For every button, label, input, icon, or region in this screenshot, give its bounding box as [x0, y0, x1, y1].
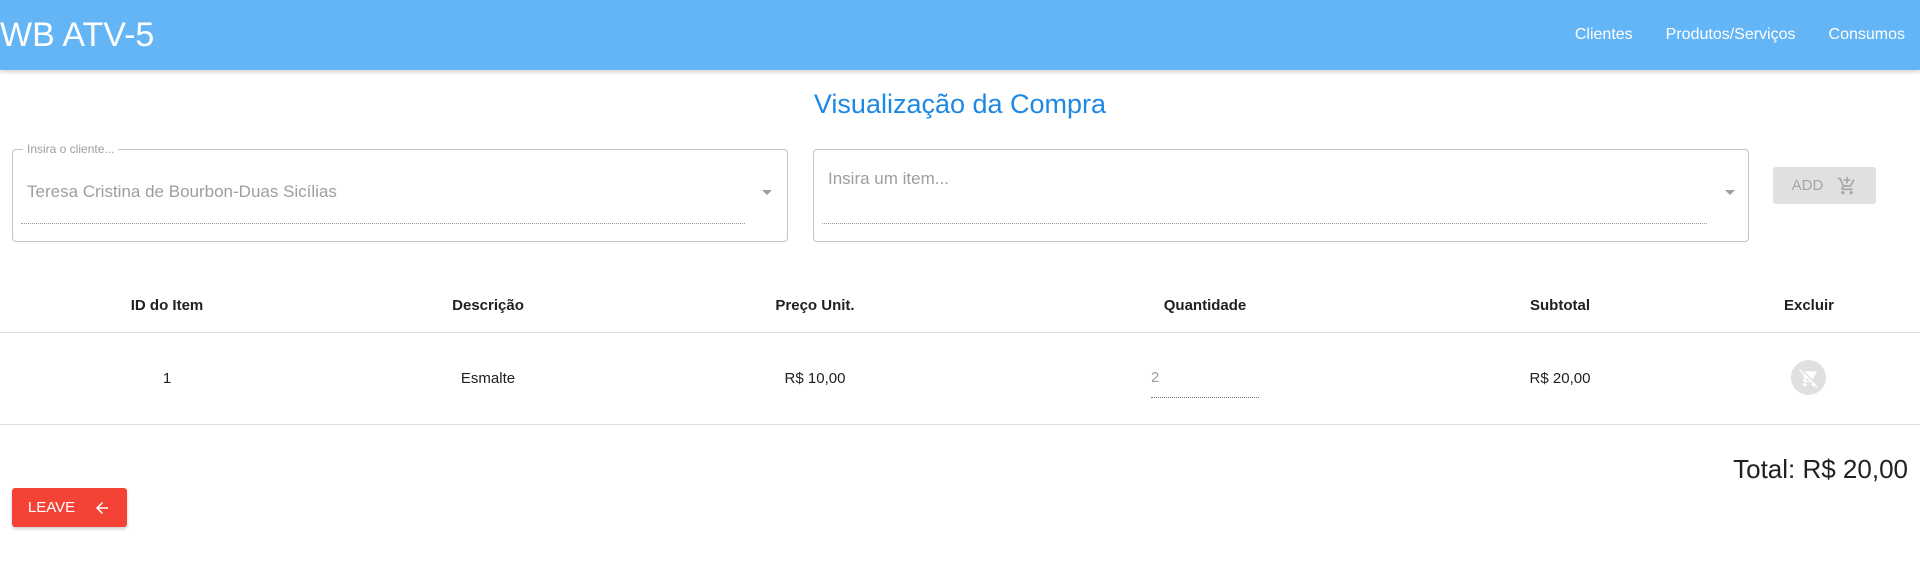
cell-id: 1	[162, 370, 172, 387]
leave-button-label: LEAVE	[27, 499, 76, 516]
cell-preco: R$ 10,00	[784, 370, 846, 387]
quantity-field[interactable]	[1151, 367, 1259, 398]
header-descricao: Descrição	[452, 297, 524, 314]
client-select-value: Teresa Cristina de Bourbon-Duas Sicílias	[27, 182, 337, 201]
add-shopping-cart-icon	[1838, 176, 1855, 194]
client-select[interactable]: Insira o cliente... Teresa Cristina de B…	[12, 142, 788, 242]
item-select-underline	[822, 223, 1707, 224]
total-label: Total: R$ 20,00	[1733, 454, 1908, 484]
cell-descricao: Esmalte	[460, 370, 516, 387]
arrow-back-icon	[96, 501, 109, 514]
nav-produtos-servicos[interactable]: Produtos/Serviços	[1666, 24, 1796, 46]
leave-button[interactable]: LEAVE	[12, 488, 127, 527]
main-nav: Clientes Produtos/Serviços Consumos	[1575, 24, 1905, 46]
remove-shopping-cart-icon	[1798, 368, 1818, 388]
cell-subtotal: R$ 20,00	[1529, 370, 1591, 387]
chevron-down-icon[interactable]	[762, 190, 772, 195]
item-select-placeholder: Insira um item...	[828, 169, 949, 188]
chevron-down-icon[interactable]	[1725, 190, 1735, 195]
add-button[interactable]: ADD	[1773, 167, 1876, 204]
item-select[interactable]: Insira um item...	[813, 149, 1749, 242]
add-button-label: ADD	[1791, 177, 1824, 194]
client-select-label: Insira o cliente...	[23, 142, 119, 156]
app-title: WB ATV-5	[0, 16, 155, 54]
header-id: ID do Item	[130, 297, 204, 314]
app-bar: WB ATV-5 Clientes Produtos/Serviços Cons…	[0, 0, 1920, 70]
header-excluir: Excluir	[1783, 297, 1835, 314]
header-preco: Preço Unit.	[775, 297, 855, 314]
quantity-input[interactable]	[1151, 369, 1259, 386]
table-row: 1 Esmalte R$ 10,00 R$ 20,00	[0, 333, 1920, 425]
header-subtotal: Subtotal	[1530, 297, 1590, 314]
table-header: ID do Item Descrição Preço Unit. Quantid…	[0, 292, 1920, 333]
header-quantidade: Quantidade	[1163, 297, 1247, 314]
client-select-underline	[21, 223, 745, 224]
nav-clientes[interactable]: Clientes	[1575, 24, 1633, 46]
page-title: Visualização da Compra	[813, 89, 1107, 119]
nav-consumos[interactable]: Consumos	[1829, 24, 1905, 46]
delete-item-button[interactable]	[1791, 360, 1826, 395]
